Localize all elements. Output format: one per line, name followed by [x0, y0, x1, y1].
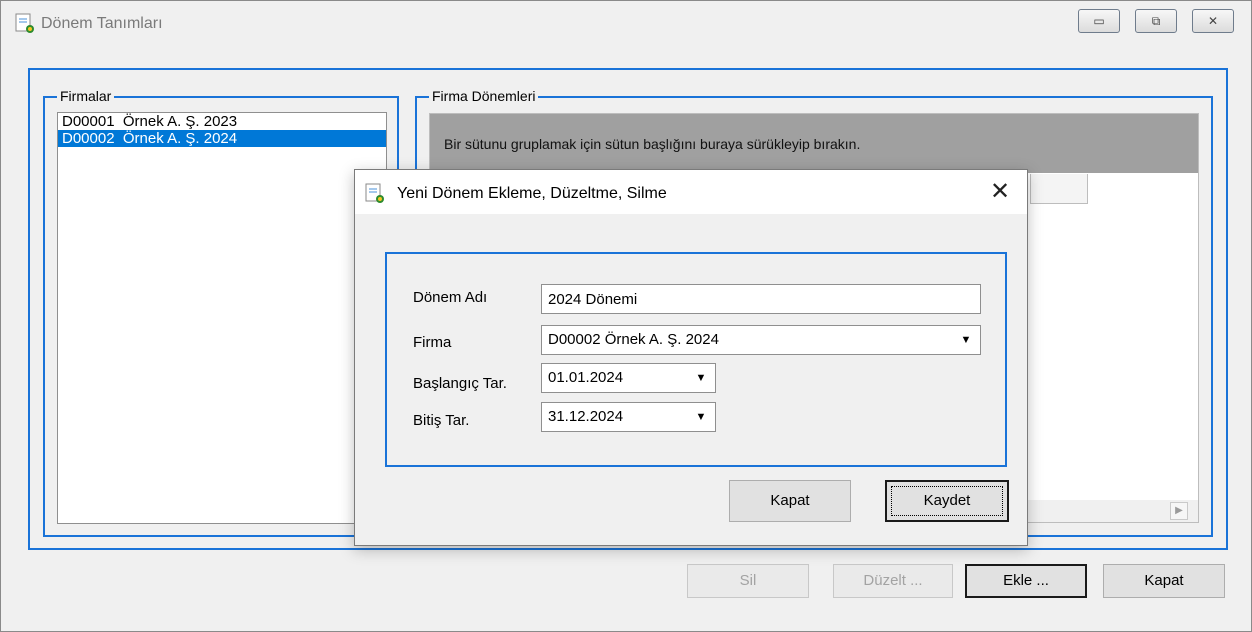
- firm-list-item-selected[interactable]: D00002 Örnek A. Ş. 2024: [58, 130, 386, 147]
- firm-select-value: D00002 Örnek A. Ş. 2024: [548, 331, 719, 348]
- end-date-value: 31.12.2024: [548, 408, 624, 425]
- edit-button[interactable]: Düzelt ...: [833, 564, 953, 598]
- dialog-title-bar[interactable]: Yeni Dönem Ekleme, Düzeltme, Silme ✕: [355, 170, 1027, 214]
- app-icon: [15, 13, 34, 33]
- add-button[interactable]: Ekle ...: [965, 564, 1087, 598]
- firm-select[interactable]: D00002 Örnek A. Ş. 2024 ▼: [541, 325, 981, 355]
- group-by-hint: Bir sütunu gruplamak için sütun başlığın…: [444, 136, 861, 152]
- grid-column-header[interactable]: [1030, 174, 1088, 204]
- title-bar[interactable]: Dönem Tanımları ▭ ⧉ ✕: [1, 1, 1251, 45]
- dialog-close-button[interactable]: Kapat: [729, 480, 851, 522]
- firms-legend: Firmalar: [57, 88, 115, 104]
- start-date-value: 01.01.2024: [548, 369, 624, 386]
- period-dialog: Yeni Dönem Ekleme, Düzeltme, Silme ✕ Dön…: [354, 169, 1028, 546]
- start-date-label: Başlangıç Tar.: [413, 375, 507, 392]
- end-date-picker[interactable]: 31.12.2024 ▼: [541, 402, 716, 432]
- period-name-input[interactable]: [541, 284, 981, 314]
- scroll-right-icon[interactable]: ▶: [1170, 502, 1188, 520]
- close-icon: ✕: [1207, 14, 1219, 28]
- firm-list-item[interactable]: D00001 Örnek A. Ş. 2023: [58, 113, 386, 130]
- save-button[interactable]: Kaydet: [885, 480, 1009, 522]
- firm-list[interactable]: D00001 Örnek A. Ş. 2023 D00002 Örnek A. …: [57, 112, 387, 524]
- delete-button[interactable]: Sil: [687, 564, 809, 598]
- chevron-down-icon[interactable]: ▼: [691, 403, 711, 431]
- chevron-down-icon[interactable]: ▼: [956, 326, 976, 354]
- dialog-title: Yeni Dönem Ekleme, Düzeltme, Silme: [397, 185, 667, 202]
- minimize-button[interactable]: ▭: [1078, 9, 1120, 33]
- start-date-picker[interactable]: 01.01.2024 ▼: [541, 363, 716, 393]
- period-name-label: Dönem Adı: [413, 289, 488, 306]
- group-by-panel[interactable]: Bir sütunu gruplamak için sütun başlığın…: [430, 114, 1198, 173]
- firm-label: Firma: [413, 334, 452, 351]
- window-title: Dönem Tanımları: [41, 15, 163, 32]
- dialog-app-icon: [365, 183, 384, 203]
- minimize-icon: ▭: [1093, 14, 1105, 28]
- restore-icon: ⧉: [1151, 14, 1161, 28]
- dialog-close-icon[interactable]: ✕: [985, 177, 1015, 207]
- end-date-label: Bitiş Tar.: [413, 412, 470, 429]
- periods-legend: Firma Dönemleri: [429, 88, 539, 104]
- chevron-down-icon[interactable]: ▼: [691, 364, 711, 392]
- restore-button[interactable]: ⧉: [1135, 9, 1177, 33]
- close-button[interactable]: Kapat: [1103, 564, 1225, 598]
- save-button-label: Kaydet: [923, 492, 971, 509]
- close-window-button[interactable]: ✕: [1192, 9, 1234, 33]
